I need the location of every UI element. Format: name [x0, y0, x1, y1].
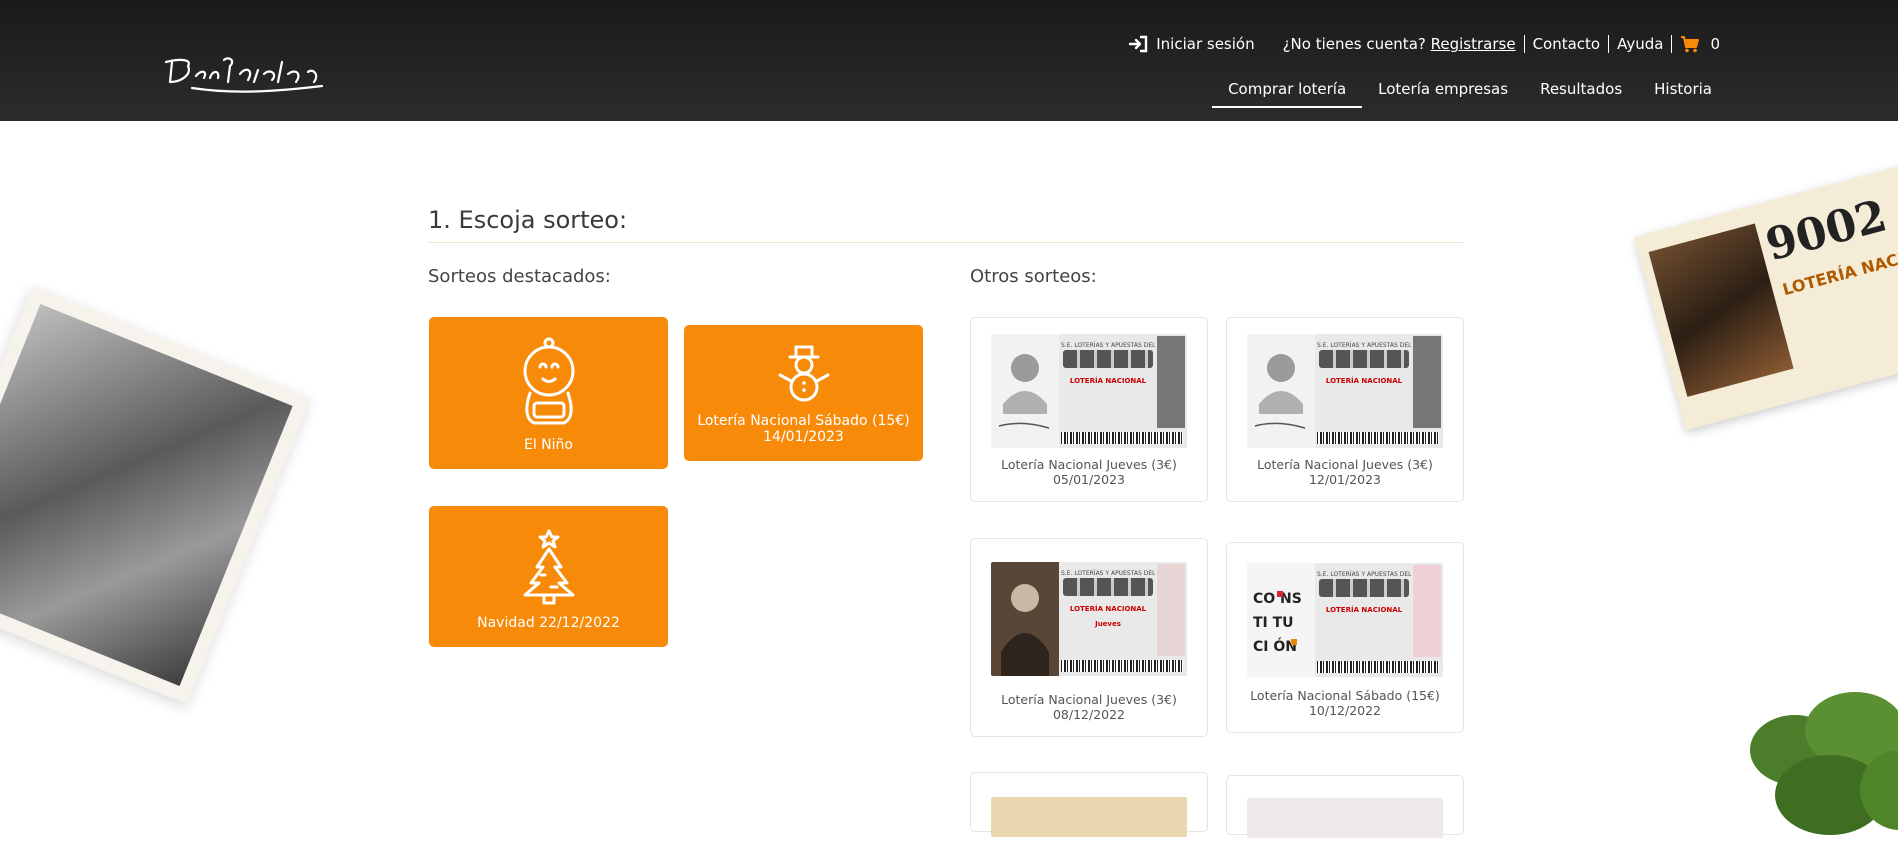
clover-image	[1750, 692, 1898, 835]
top-links: Iniciar sesión ¿No tienes cuenta? Regist…	[1120, 35, 1728, 53]
svg-text:TI TU: TI TU	[1253, 615, 1294, 631]
cart-button[interactable]: 0	[1672, 35, 1728, 53]
ticket-image: S.E. LOTERÍAS Y APUESTAS DEL ESTADO LOTE…	[1247, 334, 1443, 448]
ticket-coins	[1063, 578, 1153, 596]
draw-card-partial[interactable]	[970, 772, 1208, 837]
ticket-label: LOTERÍA NACIONAL	[1325, 606, 1403, 614]
featured-label: El Niño	[524, 437, 573, 453]
draw-name: Lotería Nacional Jueves (3€)	[1257, 457, 1433, 472]
no-account-text: ¿No tienes cuenta?	[1282, 35, 1426, 53]
other-heading: Otros sorteos:	[970, 266, 1097, 287]
ticket-side-panel	[1157, 564, 1185, 656]
register-link[interactable]: Registrarse	[1431, 35, 1516, 53]
title-divider	[428, 242, 1464, 243]
ticket-side-panel	[1413, 336, 1441, 428]
barcode	[1317, 661, 1439, 673]
portrait-photo	[991, 562, 1059, 676]
brand-logo[interactable]	[162, 52, 328, 102]
contact-link[interactable]: Contacto	[1525, 35, 1609, 53]
ticket-coins	[1063, 350, 1153, 368]
snowman-icon	[778, 345, 829, 402]
barcode	[1061, 432, 1183, 444]
ticket-image	[991, 797, 1187, 837]
cart-count: 0	[1710, 35, 1720, 53]
featured-navidad[interactable]: Navidad 22/12/2022	[429, 506, 668, 647]
ticket-coins	[1319, 350, 1409, 368]
baby-icon	[523, 337, 574, 425]
nav-comprar-loteria[interactable]: Comprar lotería	[1212, 80, 1363, 108]
ticket-label: LOTERÍA NACIONAL Jueves	[1069, 605, 1147, 628]
svg-text:CI ÓN: CI ÓN	[1253, 637, 1297, 655]
ticket-coins	[1319, 579, 1409, 597]
portrait-illustration	[991, 334, 1059, 448]
ticket-label: LOTERÍA NACIONAL	[1069, 377, 1147, 385]
draw-name: Lotería Nacional Jueves (3€)	[1001, 457, 1177, 472]
draw-card-partial[interactable]	[1226, 775, 1464, 838]
draw-card[interactable]: S.E. LOTERÍAS Y APUESTAS DEL ESTADO LOTE…	[1226, 317, 1464, 502]
draw-name: Lotería Nacional Jueves (3€)	[1001, 692, 1177, 707]
draw-card[interactable]: CO NS TI TU CI ÓN S.E. LOTERÍAS Y APUEST…	[1226, 542, 1464, 733]
login-icon	[1129, 35, 1148, 53]
ticket-heading: S.E. LOTERÍAS Y APUESTAS DEL ESTADO	[1317, 571, 1411, 577]
ticket-heading: S.E. LOTERÍAS Y APUESTAS DEL ESTADO	[1317, 342, 1411, 348]
draw-date: 08/12/2022	[1052, 707, 1126, 722]
draw-date: 10/12/2022	[1308, 703, 1382, 718]
login-label: Iniciar sesión	[1156, 35, 1255, 53]
ticket-side-panel	[1413, 565, 1441, 657]
portrait-illustration	[1247, 334, 1315, 448]
barcode	[1061, 660, 1183, 672]
login-link[interactable]: Iniciar sesión	[1120, 35, 1262, 53]
page-title: 1. Escoja sorteo:	[428, 206, 628, 234]
draw-name: Lotería Nacional Sábado (15€)	[1250, 688, 1440, 703]
featured-heading: Sorteos destacados:	[428, 266, 611, 287]
constitucion-graphic: CO NS TI TU CI ÓN	[1247, 563, 1315, 677]
featured-el-nino[interactable]: El Niño	[429, 317, 668, 469]
register-prompt: ¿No tienes cuenta? Registrarse	[1275, 35, 1524, 53]
ticket-image: S.E. LOTERÍAS Y APUESTAS DEL ESTADO LOTE…	[991, 334, 1187, 448]
main-nav: Comprar lotería Lotería empresas Resulta…	[1212, 80, 1728, 108]
nav-historia[interactable]: Historia	[1638, 80, 1728, 108]
ticket-label: LOTERÍA NACIONAL	[1325, 377, 1403, 385]
featured-date: 14/01/2023	[763, 429, 844, 445]
ticket-image	[1247, 798, 1443, 838]
help-link[interactable]: Ayuda	[1609, 35, 1671, 53]
draw-date: 05/01/2023	[1052, 472, 1126, 487]
navidad-ticket-image: 9002 LOTERÍA NACIO	[1634, 159, 1898, 431]
christmas-tree-icon	[523, 529, 574, 605]
featured-sabado[interactable]: Lotería Nacional Sábado (15€) 14/01/2023	[684, 325, 923, 461]
draw-card[interactable]: S.E. LOTERÍAS Y APUESTAS DEL ESTADO LOTE…	[970, 538, 1208, 737]
cart-icon	[1681, 36, 1700, 53]
ticket-side-panel	[1157, 336, 1185, 428]
draw-date: 12/01/2023	[1308, 472, 1382, 487]
ticket-heading: S.E. LOTERÍAS Y APUESTAS DEL ESTADO	[1061, 342, 1155, 348]
featured-label: Navidad 22/12/2022	[477, 615, 620, 631]
ticket-image: CO NS TI TU CI ÓN S.E. LOTERÍAS Y APUEST…	[1247, 563, 1443, 677]
draw-card[interactable]: S.E. LOTERÍAS Y APUESTAS DEL ESTADO LOTE…	[970, 317, 1208, 502]
ticket-heading: S.E. LOTERÍAS Y APUESTAS DEL ESTADO	[1061, 570, 1155, 576]
barcode	[1317, 432, 1439, 444]
site-header: Iniciar sesión ¿No tienes cuenta? Regist…	[0, 0, 1898, 121]
vintage-photo	[0, 285, 311, 705]
nav-resultados[interactable]: Resultados	[1524, 80, 1638, 108]
photo-content	[0, 304, 293, 686]
featured-label: Lotería Nacional Sábado (15€)	[697, 413, 910, 429]
ticket-image: S.E. LOTERÍAS Y APUESTAS DEL ESTADO LOTE…	[991, 562, 1187, 676]
nav-loteria-empresas[interactable]: Lotería empresas	[1362, 80, 1524, 108]
